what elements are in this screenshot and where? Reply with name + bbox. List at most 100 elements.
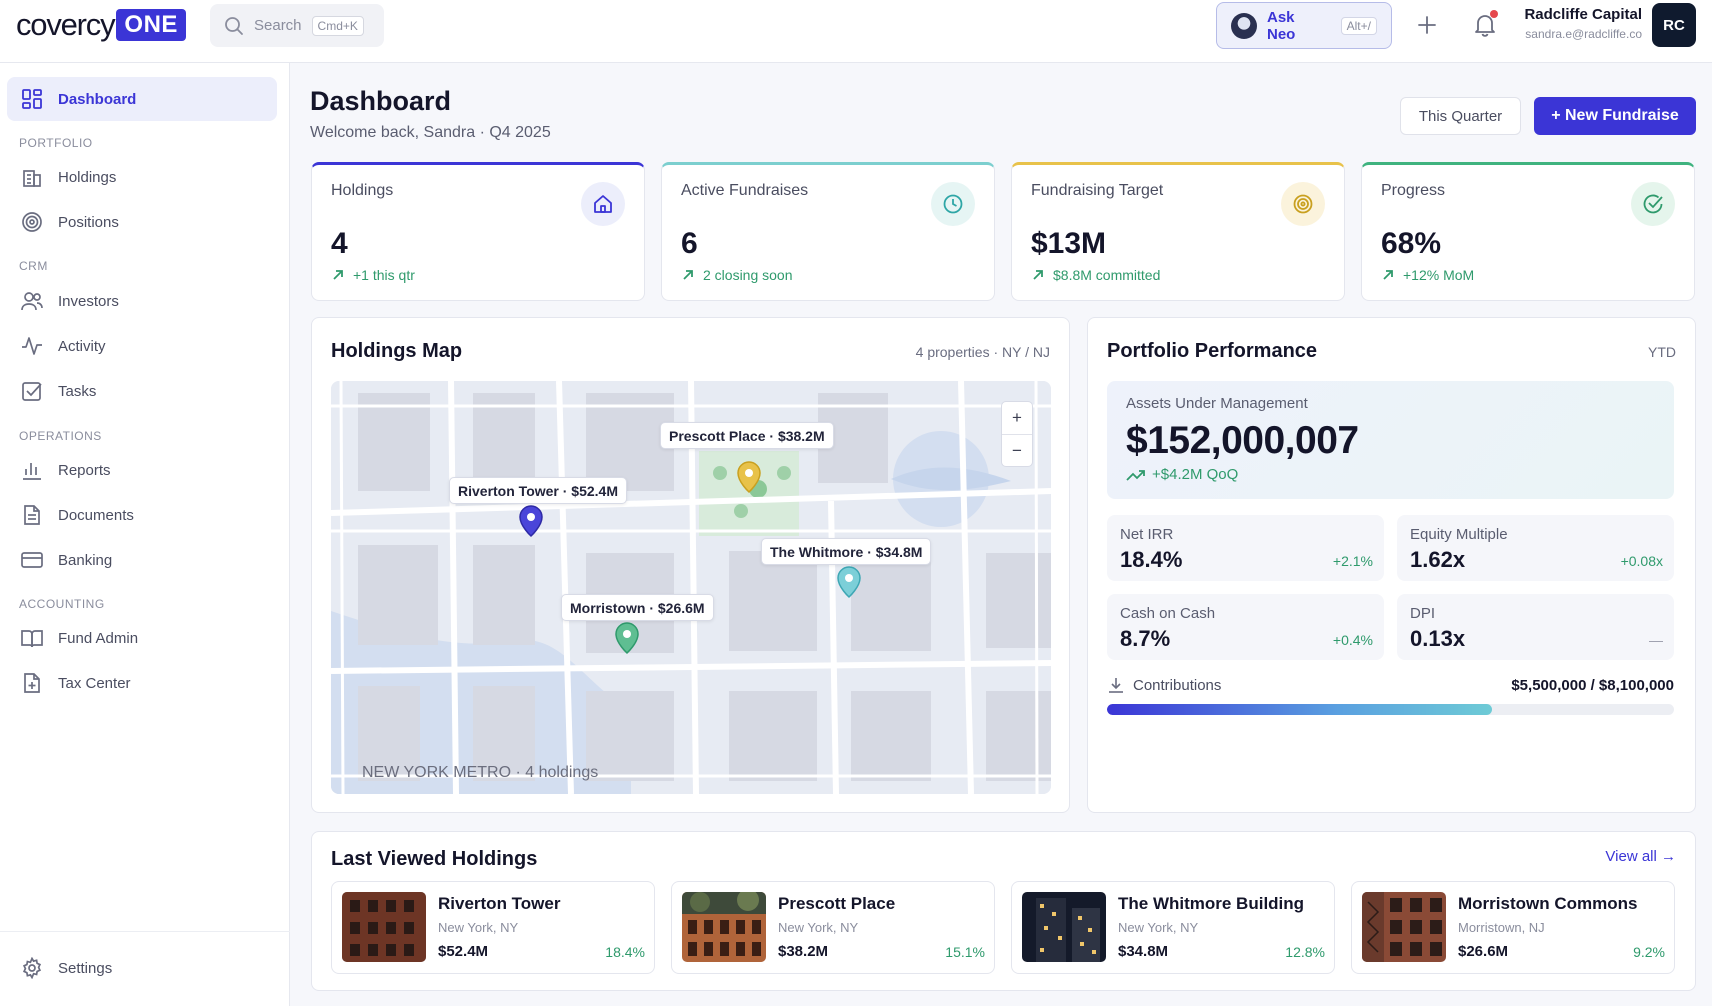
gear-icon (20, 956, 44, 980)
stat-card-fundraising-target[interactable]: Fundraising Target $13M $8.8M committed (1011, 162, 1345, 301)
section-accounting: ACCOUNTING (19, 597, 105, 611)
stat-value: 4 (331, 227, 348, 260)
sidebar-item-reports[interactable]: Reports (7, 448, 277, 492)
stat-label: Holdings (331, 182, 394, 199)
sidebar-item-tax-center[interactable]: Tax Center (7, 661, 277, 705)
stat-card-holdings[interactable]: Holdings 4 +1 this qtr (311, 162, 645, 301)
target-icon (20, 210, 44, 234)
book-icon (20, 626, 44, 650)
sidebar-item-label: Tax Center (58, 674, 131, 692)
holding-name: The Whitmore Building (1118, 894, 1305, 913)
stat-label: Active Fundraises (681, 182, 809, 199)
top-bar: covercy ONE Search Cmd+K Ask Neo Alt+/ R… (0, 0, 1712, 63)
document-icon (20, 503, 44, 527)
stat-delta-text: 2 closing soon (703, 267, 793, 283)
avatar[interactable]: RC (1652, 3, 1696, 47)
holdings-map[interactable]: Prescott Place · $38.2M Riverton Tower ·… (331, 381, 1051, 794)
sidebar-item-activity[interactable]: Activity (7, 324, 277, 368)
dashboard-icon (20, 87, 44, 111)
section-portfolio: PORTFOLIO (19, 136, 93, 150)
map-label-riverton[interactable]: Riverton Tower · $52.4M (449, 477, 628, 504)
holding-card[interactable]: Morristown Commons Morristown, NJ $26.6M… (1351, 881, 1675, 974)
arrow-up-right-icon (683, 270, 693, 280)
metric-label: Net IRR (1120, 526, 1174, 543)
metric-delta: +0.4% (1332, 632, 1373, 648)
portfolio-performance-panel: Portfolio Performance YTD Assets Under M… (1087, 317, 1696, 813)
plus-icon (1418, 16, 1436, 34)
user-menu[interactable]: Radcliffe Capital sandra.e@radcliffe.co (1506, 6, 1642, 41)
new-fundraise-button[interactable]: + New Fundraise (1534, 97, 1696, 135)
sidebar-footer: Settings (0, 931, 290, 1006)
zoom-in-button[interactable]: + (1002, 402, 1032, 434)
holding-card[interactable]: Riverton Tower New York, NY $52.4M 18.4% (331, 881, 655, 974)
logo[interactable]: covercy ONE (16, 7, 186, 42)
stat-delta: +12% MoM (1381, 267, 1474, 283)
map-label-whitmore[interactable]: The Whitmore · $34.8M (761, 538, 932, 565)
arrow-up-right-icon (333, 270, 343, 280)
ask-neo-button[interactable]: Ask Neo Alt+/ (1216, 2, 1392, 49)
home-icon (581, 182, 625, 226)
holding-thumbnail (1022, 892, 1106, 962)
notifications-button[interactable] (1470, 10, 1500, 40)
sidebar-item-label: Activity (58, 337, 106, 355)
map-caption: NEW YORK METRO · 4 holdings (362, 764, 599, 781)
holding-card[interactable]: The Whitmore Building New York, NY $34.8… (1011, 881, 1335, 974)
logo-word: covercy (16, 7, 116, 42)
stat-delta: 2 closing soon (681, 267, 793, 283)
stat-card-progress[interactable]: Progress 68% +12% MoM (1361, 162, 1695, 301)
search-input[interactable]: Search Cmd+K (210, 4, 384, 47)
sidebar-item-dashboard[interactable]: Dashboard (7, 77, 277, 121)
stat-delta: +1 this qtr (331, 267, 415, 283)
search-icon (225, 16, 243, 35)
sidebar-item-positions[interactable]: Positions (7, 200, 277, 244)
sidebar-item-tasks[interactable]: Tasks (7, 369, 277, 413)
stat-delta-text: +12% MoM (1403, 267, 1475, 283)
stat-delta: $8.8M committed (1031, 267, 1160, 283)
holding-irr: 15.1% (945, 944, 985, 960)
holding-name: Morristown Commons (1458, 894, 1638, 913)
metric-delta: +2.1% (1332, 553, 1373, 569)
map-label-prescott[interactable]: Prescott Place · $38.2M (660, 422, 834, 449)
metric-equity-multiple: Equity Multiple 1.62x +0.08x (1397, 515, 1674, 581)
metric-label: Cash on Cash (1120, 605, 1216, 622)
stat-value: 6 (681, 227, 698, 260)
sidebar-item-documents[interactable]: Documents (7, 493, 277, 537)
contributions-progress-bar (1107, 704, 1674, 715)
sidebar-item-banking[interactable]: Banking (7, 538, 277, 582)
metric-delta: +0.08x (1620, 553, 1663, 569)
holding-irr: 9.2% (1633, 944, 1665, 960)
holding-location: New York, NY (778, 920, 859, 935)
sidebar-item-settings[interactable]: Settings (7, 946, 277, 990)
sidebar-item-fund-admin[interactable]: Fund Admin (7, 616, 277, 660)
panel-period[interactable]: YTD (1648, 344, 1676, 360)
view-all-link[interactable]: View all → (1605, 848, 1676, 865)
zoom-out-button[interactable]: − (1002, 434, 1032, 466)
stat-delta-text: $8.8M committed (1053, 267, 1161, 283)
map-label-morristown[interactable]: Morristown · $26.6M (561, 594, 714, 621)
holdings-map-panel: Holdings Map 4 properties · NY / NJ Pres… (311, 317, 1070, 813)
stat-card-active-fundraises[interactable]: Active Fundraises 6 2 closing soon (661, 162, 995, 301)
holding-name: Prescott Place (778, 894, 896, 913)
aum-card: Assets Under Management $152,000,007 +$4… (1107, 381, 1674, 499)
aum-delta-text: +$4.2M QoQ (1152, 466, 1239, 483)
period-button[interactable]: This Quarter (1400, 97, 1521, 135)
sidebar-item-holdings[interactable]: Holdings (7, 155, 277, 199)
metric-value: 0.13x (1410, 626, 1466, 651)
sidebar-item-investors[interactable]: Investors (7, 279, 277, 323)
search-shortcut: Cmd+K (311, 15, 364, 36)
arrow-up-right-icon (1383, 270, 1393, 280)
target-icon (1281, 182, 1325, 226)
panel-title: Last Viewed Holdings (331, 848, 538, 870)
metric-dpi: DPI 0.13x — (1397, 594, 1674, 660)
metric-net-irr: Net IRR 18.4% +2.1% (1107, 515, 1384, 581)
neo-avatar (1231, 12, 1257, 39)
metric-value: 1.62x (1410, 547, 1466, 572)
metric-delta: — (1649, 632, 1663, 648)
add-button[interactable] (1414, 12, 1440, 38)
aum-label: Assets Under Management (1126, 395, 1308, 412)
bar-chart-icon (20, 458, 44, 482)
holding-card[interactable]: Prescott Place New York, NY $38.2M 15.1% (671, 881, 995, 974)
holding-location: New York, NY (1118, 920, 1199, 935)
contributions-progress-fill (1107, 704, 1492, 715)
holding-value: $26.6M (1458, 943, 1509, 960)
